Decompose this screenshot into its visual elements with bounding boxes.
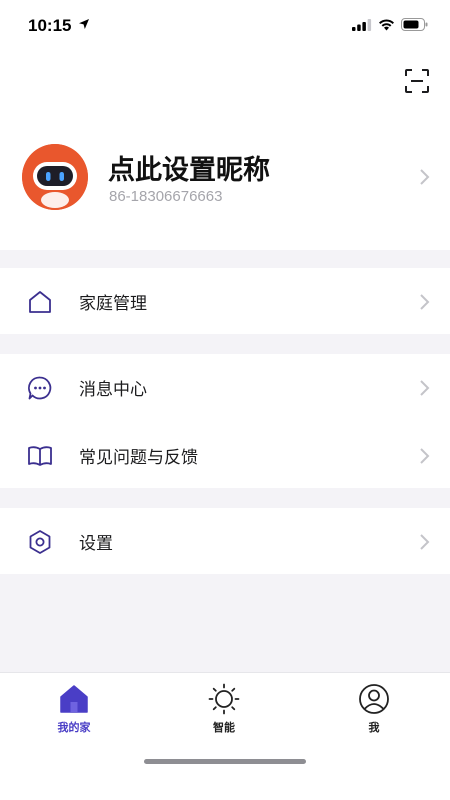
chevron-right-icon[interactable] (418, 168, 430, 186)
chevron-right-icon (420, 294, 430, 310)
menu-item-label: 设置 (79, 534, 113, 554)
hexagon-settings-icon (29, 530, 51, 554)
cellular-signal-icon (352, 18, 372, 31)
sun-icon (208, 683, 240, 715)
menu-item-family[interactable]: 家庭管理 (0, 268, 450, 334)
tab-smart[interactable]: 智能 (184, 681, 264, 737)
battery-icon (401, 18, 428, 31)
home-filled-icon (60, 685, 88, 713)
status-time: 10:15 (28, 16, 72, 35)
chevron-right-icon (420, 380, 430, 396)
family-card: 家庭管理 (0, 268, 450, 334)
robot-avatar-icon[interactable] (22, 144, 88, 210)
menu-item-label: 常见问题与反馈 (79, 448, 198, 468)
status-bar: 10:15 (0, 0, 450, 56)
phone-number: 86-18306676663 (109, 188, 223, 205)
user-circle-icon (359, 684, 389, 714)
settings-card: 设置 (0, 508, 450, 574)
support-card: 消息中心 常见问题与反馈 (0, 354, 450, 488)
location-arrow-icon (79, 19, 89, 29)
menu-item-faq[interactable]: 常见问题与反馈 (0, 422, 450, 488)
nickname[interactable]: 点此设置昵称 (108, 148, 270, 187)
profile-header: 点此设置昵称 86-18306676663 (0, 56, 450, 250)
chevron-right-icon (420, 534, 430, 550)
chevron-right-icon (420, 448, 430, 464)
tab-label: 我的家 (57, 721, 91, 734)
wifi-icon (379, 18, 394, 30)
menu-item-messages[interactable]: 消息中心 (0, 354, 450, 420)
tab-me[interactable]: 我 (334, 681, 414, 737)
bottom-tab-bar: 我的家 智能 我 (0, 672, 450, 800)
open-book-icon (28, 446, 52, 466)
menu-item-settings[interactable]: 设置 (0, 508, 450, 574)
tab-home[interactable]: 我的家 (34, 681, 114, 737)
status-indicators (352, 18, 428, 31)
menu-item-label: 消息中心 (79, 380, 147, 400)
tab-label: 我 (368, 721, 380, 734)
home-outline-icon (29, 291, 51, 313)
menu-item-label: 家庭管理 (79, 294, 147, 314)
chat-bubble-icon (28, 376, 52, 400)
scan-icon[interactable] (404, 68, 430, 94)
home-indicator[interactable] (144, 759, 306, 764)
tab-label: 智能 (213, 721, 235, 734)
